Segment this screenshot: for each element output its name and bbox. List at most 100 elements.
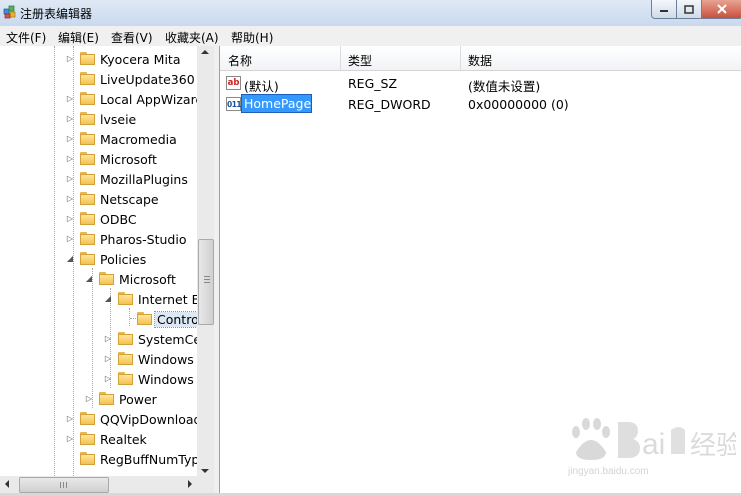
collapsed-arrow-icon[interactable]: ▷	[66, 194, 74, 203]
tree-horizontal-scroll-thumb[interactable]	[19, 477, 109, 493]
tree-item-label: lvseie	[100, 112, 137, 127]
collapsed-arrow-icon[interactable]: ▷	[104, 374, 112, 383]
folder-icon	[80, 452, 95, 465]
collapsed-arrow-icon[interactable]: ▷	[104, 334, 112, 343]
minimize-icon	[660, 10, 668, 12]
tree-item[interactable]: ▷ lvseie	[0, 109, 200, 129]
maximize-icon	[684, 4, 694, 14]
tree-item-label: Power	[119, 392, 157, 407]
column-divider[interactable]	[460, 46, 461, 70]
tree-item[interactable]: ▷ Local AppWizard	[0, 89, 204, 109]
menu-file[interactable]: 文件(F)	[6, 29, 46, 46]
tree-item-label: Contro	[154, 311, 202, 328]
tree-item[interactable]: ▷ Pharos-Studio	[0, 229, 200, 249]
list-row[interactable]: ab (默认) REG_SZ (数值未设置)	[220, 73, 741, 94]
value-data: 0x00000000 (0)	[468, 97, 569, 112]
tree-item-label: Kyocera Mita	[100, 52, 181, 67]
tree-item[interactable]: ▷ MozillaPlugins	[0, 169, 200, 189]
collapsed-arrow-icon[interactable]: ▷	[66, 114, 74, 123]
close-button[interactable]	[701, 0, 741, 19]
tree-item[interactable]: ◢ Microsoft	[0, 269, 200, 289]
tree-item-label: ODBC	[100, 212, 137, 227]
collapsed-arrow-icon[interactable]: ▷	[85, 394, 93, 403]
tree-item[interactable]: ▷ Windows	[0, 349, 200, 369]
folder-icon	[118, 352, 133, 365]
scroll-up-arrow-icon[interactable]	[201, 50, 209, 54]
column-header-type[interactable]: 类型	[348, 52, 372, 69]
folder-icon	[80, 232, 95, 245]
tree-item[interactable]: ▷ QQVipDownload	[0, 409, 202, 429]
folder-icon	[80, 132, 95, 145]
collapsed-arrow-icon[interactable]: ▷	[66, 54, 74, 63]
maximize-button[interactable]	[676, 0, 702, 19]
tree-item-label: Local AppWizard	[100, 92, 204, 107]
expanded-arrow-icon[interactable]: ◢	[104, 294, 112, 303]
tree-item[interactable]: LiveUpdate360	[0, 69, 200, 89]
value-type: REG_DWORD	[348, 97, 431, 112]
folder-icon	[80, 172, 95, 185]
folder-icon	[80, 412, 95, 425]
tree-item[interactable]: ▷ Netscape	[0, 189, 200, 209]
tree-item[interactable]: RegBuffNumTyp	[0, 449, 200, 469]
tree-item-label: Pharos-Studio	[100, 232, 187, 247]
scroll-right-arrow-icon[interactable]	[188, 480, 192, 488]
rename-value-input[interactable]: HomePage	[241, 94, 312, 113]
folder-icon	[99, 272, 114, 285]
baidu-jingyan-watermark-logo: ai 经验 jingyan.baidu.com	[567, 418, 736, 477]
collapsed-arrow-icon[interactable]: ▷	[66, 234, 74, 243]
tree-vertical-scrollbar[interactable]	[197, 46, 214, 476]
tree-horizontal-scrollbar[interactable]	[0, 476, 197, 493]
collapsed-arrow-icon[interactable]: ▷	[104, 354, 112, 363]
tree-item-label: Internet E	[138, 292, 200, 307]
folder-icon	[118, 292, 133, 305]
list-row[interactable]: 011 HomePage REG_DWORD 0x00000000 (0)	[220, 94, 741, 114]
folder-icon	[80, 112, 95, 125]
expanded-arrow-icon[interactable]: ◢	[66, 254, 74, 263]
collapsed-arrow-icon[interactable]: ▷	[66, 154, 74, 163]
svg-text:经验: 经验	[690, 431, 736, 461]
minimize-button[interactable]	[651, 0, 677, 19]
column-divider[interactable]	[340, 46, 341, 70]
tree-item[interactable]: ▷ SystemCe	[0, 329, 201, 349]
registry-key-tree[interactable]: ▷ Kyocera Mita LiveUpdate360 ▷ Local AppWiza…	[0, 46, 215, 493]
tree-item[interactable]: ▷ Realtek	[0, 429, 200, 449]
registry-editor-icon	[3, 5, 16, 19]
collapsed-arrow-icon[interactable]: ▷	[66, 134, 74, 143]
string-value-icon: ab	[226, 76, 241, 90]
menu-edit[interactable]: 编辑(E)	[58, 29, 99, 46]
tree-vertical-scroll-thumb[interactable]	[198, 239, 214, 325]
tree-item[interactable]: ▷ ODBC	[0, 209, 200, 229]
menu-favorites[interactable]: 收藏夹(A)	[165, 29, 219, 46]
collapsed-arrow-icon[interactable]: ▷	[66, 214, 74, 223]
tree-item[interactable]: ◢ Internet E	[0, 289, 200, 309]
tree-item[interactable]: ▷ Microsoft	[0, 149, 200, 169]
tree-item[interactable]: Contro	[0, 309, 202, 329]
tree-item[interactable]: ▷ Power	[0, 389, 200, 409]
tree-item-label: MozillaPlugins	[100, 172, 188, 187]
collapsed-arrow-icon[interactable]: ▷	[66, 94, 74, 103]
collapsed-arrow-icon[interactable]: ▷	[66, 414, 74, 423]
menu-view[interactable]: 查看(V)	[111, 29, 153, 46]
column-header-name[interactable]: 名称	[228, 52, 252, 69]
tree-item-label: Microsoft	[100, 152, 157, 167]
tree-item[interactable]: ▷ Windows	[0, 369, 200, 389]
tree-item[interactable]: ▷ Kyocera Mita	[0, 49, 200, 69]
folder-icon	[80, 92, 95, 105]
tree-item[interactable]: ▷ Macromedia	[0, 129, 200, 149]
folder-icon	[118, 372, 133, 385]
svg-text:jingyan.baidu.com: jingyan.baidu.com	[567, 466, 649, 477]
scroll-left-arrow-icon[interactable]	[5, 480, 9, 488]
scroll-down-arrow-icon[interactable]	[201, 469, 209, 473]
menu-help[interactable]: 帮助(H)	[231, 29, 273, 46]
folder-icon	[137, 312, 152, 325]
dword-value-icon: 011	[226, 97, 242, 111]
expanded-arrow-icon[interactable]: ◢	[85, 274, 93, 283]
folder-icon	[80, 152, 95, 165]
folder-icon	[118, 332, 133, 345]
list-header: 名称 类型 数据	[220, 46, 741, 71]
column-header-data[interactable]: 数据	[468, 52, 492, 69]
collapsed-arrow-icon[interactable]: ▷	[66, 174, 74, 183]
tree-item[interactable]: ◢ Policies	[0, 249, 200, 269]
collapsed-arrow-icon[interactable]: ▷	[66, 434, 74, 443]
folder-icon	[80, 432, 95, 445]
